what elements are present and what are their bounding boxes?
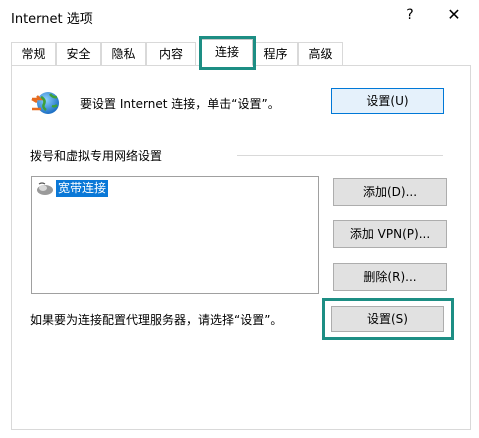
help-icon[interactable]: ? [403,7,417,23]
proxy-description: 如果要为连接配置代理服务器，请选择“设置”。 [30,313,283,327]
list-item-label: 宽带连接 [56,180,109,197]
add-vpn-button[interactable]: 添加 VPN(P)... [333,220,447,248]
title-bar: Internet 选项 ? ✕ [0,0,479,34]
tab-general[interactable]: 常规 [11,42,56,65]
dialup-section-label: 拨号和虚拟专用网络设置 [30,149,163,163]
add-button[interactable]: 添加(D)... [333,178,447,206]
tab-programs[interactable]: 程序 [253,42,298,65]
tab-content[interactable]: 内容 [146,42,196,65]
close-icon[interactable]: ✕ [446,5,462,24]
dialup-connection-icon [37,182,53,195]
proxy-setup-button[interactable]: 设置(S) [331,306,444,332]
setup-button[interactable]: 设置(U) [331,88,444,114]
tab-strip: 常规 安全 隐私 内容 连接 程序 高级 [11,39,471,66]
window-title: Internet 选项 [11,12,93,27]
tab-connections[interactable]: 连接 [201,39,253,66]
tab-security[interactable]: 安全 [56,42,101,65]
delete-button[interactable]: 删除(R)... [333,263,447,291]
section-divider [237,155,443,156]
tab-privacy[interactable]: 隐私 [101,42,146,65]
network-globe-icon [31,92,59,114]
tab-advanced[interactable]: 高级 [298,42,343,65]
connection-list[interactable]: 宽带连接 [31,176,319,294]
setup-description: 要设置 Internet 连接，单击“设置”。 [80,97,280,111]
